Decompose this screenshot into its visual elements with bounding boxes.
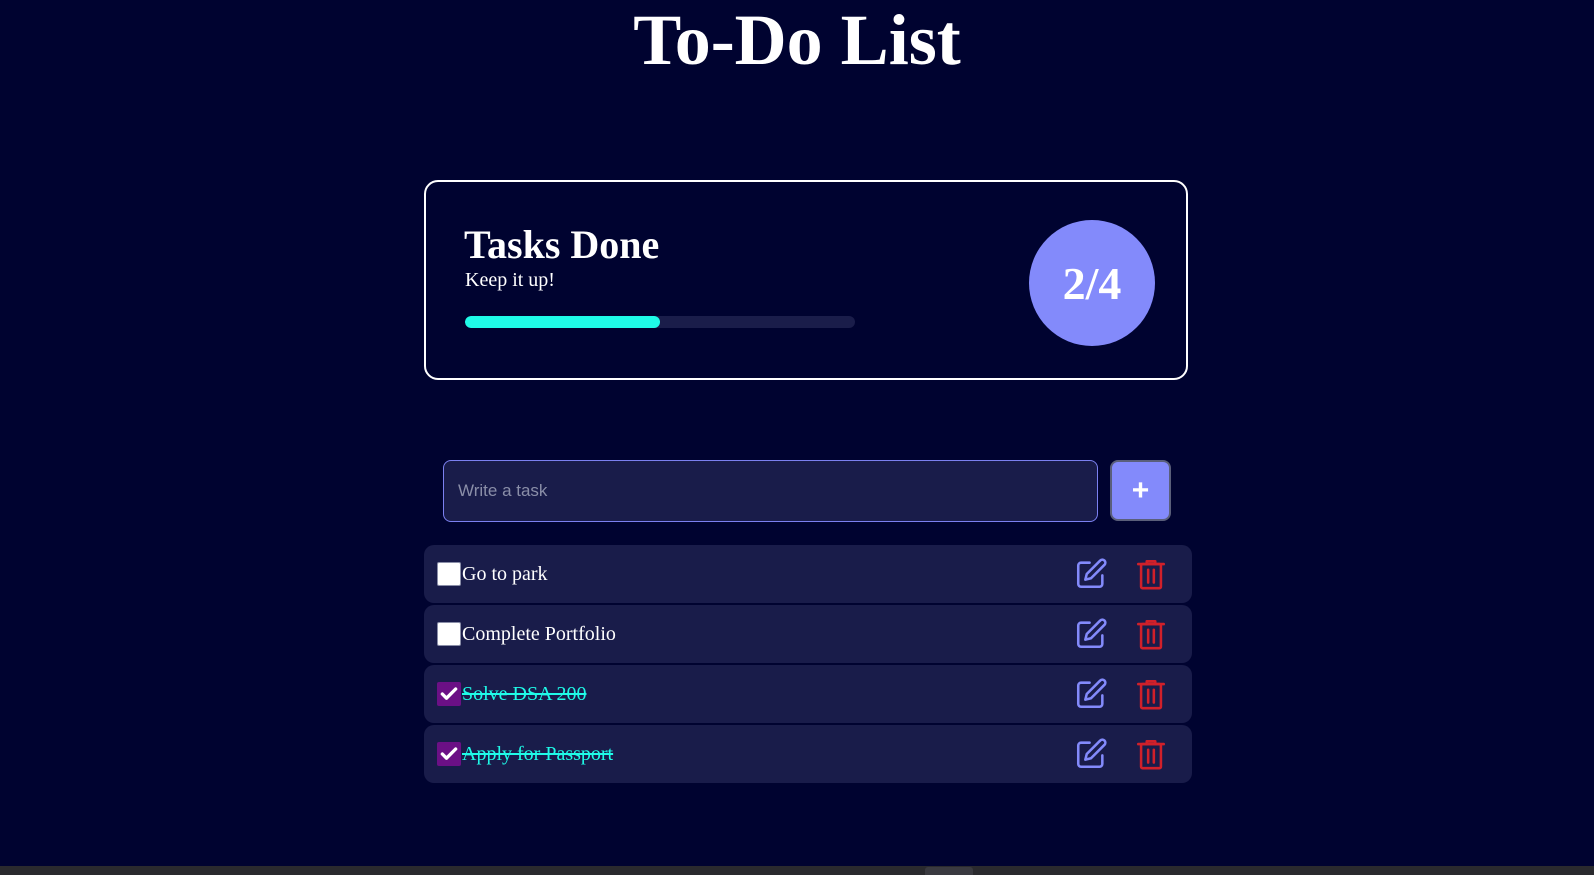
edit-icon[interactable] bbox=[1074, 557, 1108, 591]
add-task-button[interactable]: + bbox=[1110, 460, 1171, 521]
bottom-bar bbox=[0, 866, 1594, 875]
task-item: Go to park bbox=[424, 545, 1192, 603]
trash-icon[interactable] bbox=[1134, 617, 1168, 651]
check-icon bbox=[440, 687, 458, 700]
task-checkbox[interactable] bbox=[437, 682, 461, 706]
todo-page: To-Do List Tasks Done Keep it up! 2/4 + … bbox=[0, 0, 1594, 875]
edit-icon[interactable] bbox=[1074, 737, 1108, 771]
task-checkbox[interactable] bbox=[437, 742, 461, 766]
progress-bar bbox=[465, 316, 855, 328]
tasks-done-card: Tasks Done Keep it up! 2/4 bbox=[424, 180, 1188, 380]
edit-icon[interactable] bbox=[1074, 677, 1108, 711]
edit-icon[interactable] bbox=[1074, 617, 1108, 651]
task-text: Solve DSA 200 bbox=[462, 683, 587, 705]
page-title: To-Do List bbox=[633, 0, 961, 80]
trash-icon[interactable] bbox=[1134, 677, 1168, 711]
tasks-done-heading: Tasks Done bbox=[464, 222, 660, 267]
tasks-done-subtitle: Keep it up! bbox=[465, 269, 555, 291]
progress-bar-fill bbox=[465, 316, 660, 328]
bottom-bar-tab bbox=[925, 867, 973, 875]
task-list: Go to park Complete Portfolio Solve DSA … bbox=[424, 545, 1192, 785]
task-text: Apply for Passport bbox=[462, 743, 614, 765]
check-icon bbox=[440, 747, 458, 760]
task-item: Complete Portfolio bbox=[424, 605, 1192, 663]
task-checkbox[interactable] bbox=[437, 622, 461, 646]
trash-icon[interactable] bbox=[1134, 737, 1168, 771]
task-text: Complete Portfolio bbox=[462, 623, 616, 645]
task-text: Go to park bbox=[462, 563, 548, 585]
task-item: Solve DSA 200 bbox=[424, 665, 1192, 723]
tasks-counter-badge: 2/4 bbox=[1029, 220, 1155, 346]
task-item: Apply for Passport bbox=[424, 725, 1192, 783]
trash-icon[interactable] bbox=[1134, 557, 1168, 591]
task-input[interactable] bbox=[443, 460, 1098, 522]
task-checkbox[interactable] bbox=[437, 562, 461, 586]
